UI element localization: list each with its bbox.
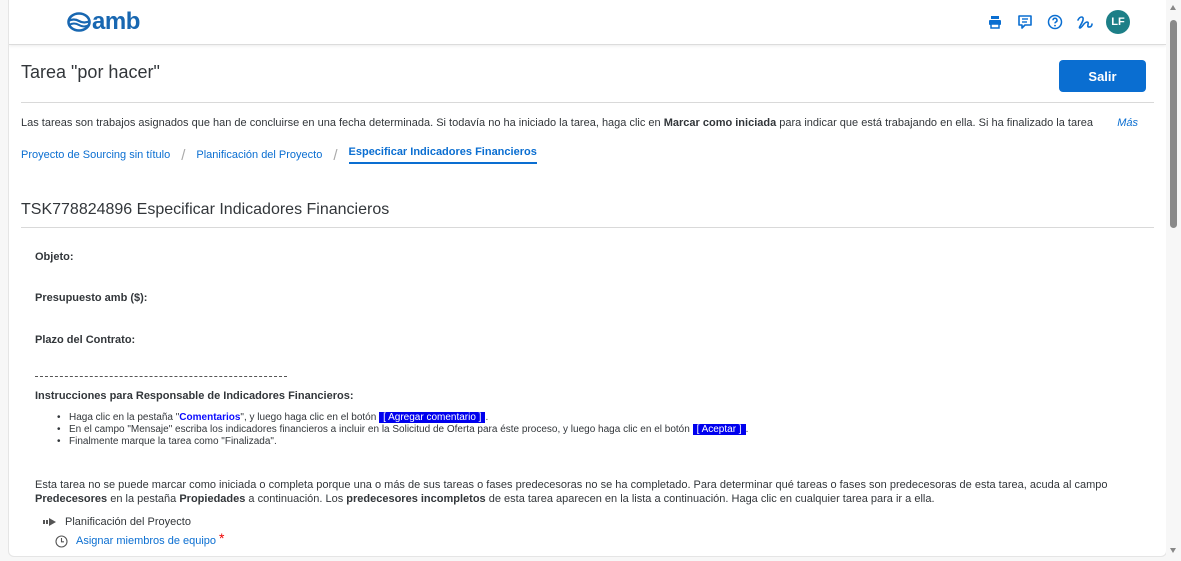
- note-text: de esta tarea aparecen en la lista a con…: [485, 493, 935, 505]
- field-presupuesto: Presupuesto amb ($):: [35, 292, 148, 304]
- bullet-text: .: [485, 412, 489, 423]
- field-plazo: Plazo del Contrato:: [35, 334, 136, 346]
- divider: [21, 227, 1154, 228]
- note-bold: Predecesores: [35, 493, 108, 505]
- logo-text: amb: [92, 8, 140, 35]
- instructions-heading: Instrucciones para Responsable de Indica…: [35, 390, 354, 402]
- required-mark: *: [219, 530, 225, 546]
- task-title: TSK778824896 Especificar Indicadores Fin…: [21, 201, 390, 218]
- scrollbar-thumb[interactable]: [1170, 20, 1177, 228]
- accept-label: [ Aceptar ]: [692, 424, 746, 435]
- dashed-divider: [35, 376, 287, 377]
- instructions-list: Haga clic en la pestaña "Comentarios", y…: [57, 412, 748, 448]
- comments-link[interactable]: Comentarios: [179, 412, 240, 423]
- note-bold: predecesores incompletos: [346, 493, 486, 505]
- description-text-2: para indicar que está trabajando en ella…: [776, 117, 1093, 129]
- predecessor-note: Esta tarea no se puede marcar como inici…: [35, 478, 1150, 506]
- list-item: En el campo "Mensaje" escriba los indica…: [57, 424, 748, 436]
- field-objeto: Objeto:: [35, 251, 74, 263]
- description-bold: Marcar como iniciada: [663, 117, 777, 129]
- note-bold: Propiedades: [179, 493, 246, 505]
- breadcrumb-item-project[interactable]: Proyecto de Sourcing sin título: [21, 149, 170, 161]
- bullet-text: Finalmente marque la tarea como "Finaliz…: [69, 436, 277, 447]
- note-text: a continuación. Los: [245, 493, 347, 505]
- exit-button[interactable]: Salir: [1059, 60, 1146, 92]
- page-title: Tarea "por hacer": [21, 62, 160, 82]
- feedback-icon[interactable]: [1010, 10, 1040, 34]
- bullet-text: En el campo "Mensaje" escriba los indica…: [69, 424, 693, 435]
- breadcrumb-separator: /: [181, 146, 186, 164]
- breadcrumb-item-planning[interactable]: Planificación del Proyecto: [196, 149, 322, 161]
- scrollbar[interactable]: [1166, 0, 1181, 561]
- list-item: Finalmente marque la tarea como "Finaliz…: [57, 436, 748, 448]
- signature-icon[interactable]: [1070, 10, 1100, 34]
- phase-arrow-icon: [43, 518, 56, 526]
- breadcrumb-separator: /: [333, 146, 338, 164]
- description-text: Las tareas son trabajos asignados que ha…: [21, 117, 664, 129]
- page-frame: amb LF Tarea "por hacer" Salir Las tarea…: [8, 0, 1167, 557]
- bullet-text: .: [745, 424, 749, 435]
- phase-label: Planificación del Proyecto: [65, 516, 191, 528]
- help-icon[interactable]: [1040, 10, 1070, 34]
- predecessor-task[interactable]: Asignar miembros de equipo *: [55, 530, 225, 549]
- breadcrumb-current[interactable]: Especificar Indicadores Financieros: [348, 146, 537, 164]
- divider: [21, 102, 1154, 103]
- bullet-text: Haga clic en la pestaña ": [69, 412, 180, 423]
- predecessor-phase: Planificación del Proyecto: [43, 516, 191, 528]
- header-actions: LF: [980, 10, 1130, 34]
- top-bar: amb LF: [9, 0, 1166, 45]
- note-text: en la pestaña: [107, 493, 180, 505]
- clock-icon: [55, 534, 68, 548]
- list-item: Haga clic en la pestaña "Comentarios", y…: [57, 412, 748, 424]
- more-link[interactable]: Más: [1107, 117, 1138, 129]
- avatar[interactable]: LF: [1106, 10, 1130, 34]
- bullet-text: ", y luego haga clic en el botón: [240, 412, 380, 423]
- task-description: Las tareas son trabajos asignados que ha…: [21, 117, 1146, 129]
- printer-icon[interactable]: [980, 10, 1010, 34]
- note-text: Esta tarea no se puede marcar como inici…: [35, 479, 1108, 491]
- logo-icon: [67, 12, 91, 32]
- scroll-down-icon[interactable]: [1170, 548, 1176, 553]
- predecessor-task-link[interactable]: Asignar miembros de equipo: [76, 535, 216, 547]
- scroll-up-icon[interactable]: [1170, 5, 1176, 10]
- breadcrumb: Proyecto de Sourcing sin título / Planif…: [21, 146, 537, 164]
- add-comment-label: [ Agregar comentario ]: [379, 412, 486, 423]
- logo[interactable]: amb: [67, 8, 140, 35]
